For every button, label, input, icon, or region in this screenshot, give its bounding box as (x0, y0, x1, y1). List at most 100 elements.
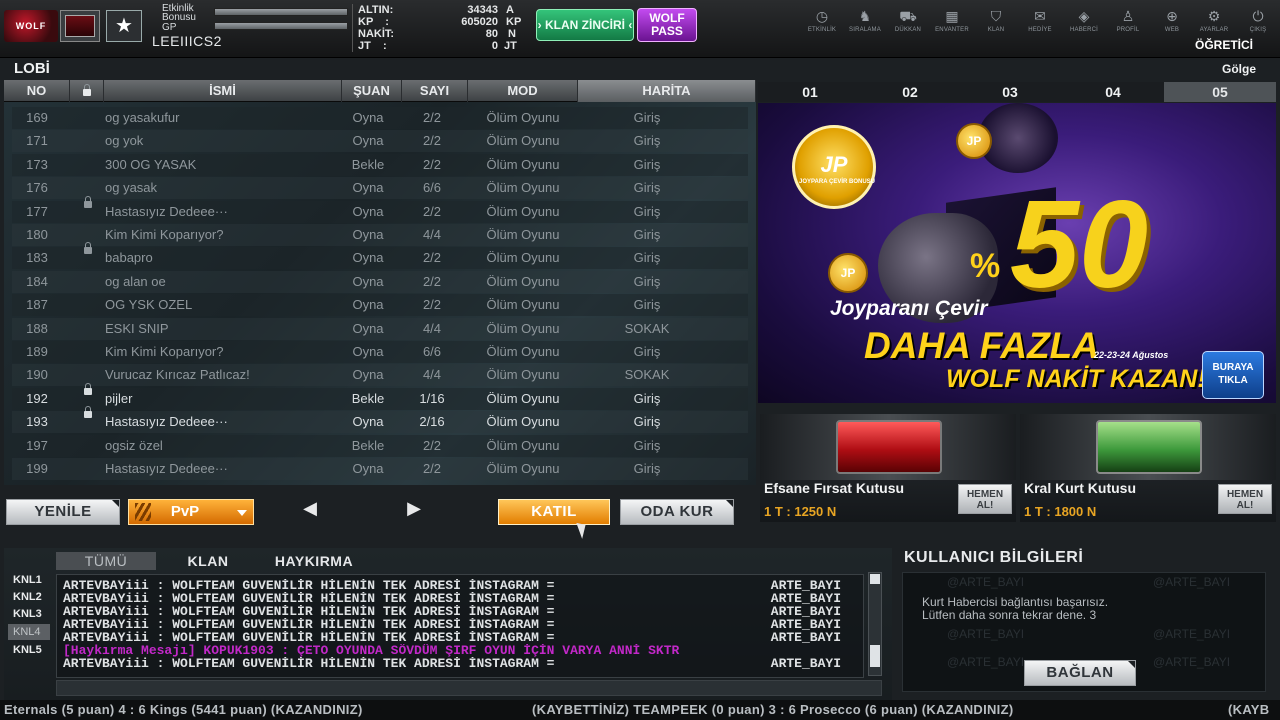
promo-banner[interactable]: JP JOYPARA ÇEVİR BONUSU JP JP % 50 Joypa… (758, 103, 1276, 403)
nav-settings[interactable]: ⚙ AYARLAR (1192, 8, 1236, 42)
buy-now-button[interactable]: HEMEN AL! (1218, 484, 1272, 514)
nav-exit[interactable]: ⏻ ÇIKIŞ (1236, 8, 1280, 42)
room-row[interactable]: 197 ogsiz özel Bekle 2/2 Ölüm Oyunu Giriş (12, 434, 748, 457)
buy-now-button[interactable]: HEMEN AL! (958, 484, 1012, 514)
room-map: Giriş (633, 180, 661, 196)
room-count: 4/4 (422, 320, 442, 336)
col-name[interactable]: İSMİ (104, 80, 342, 102)
room-row[interactable]: 180 Kim Kimi Koparıyor? Oyna 4/4 Ölüm Oyunu G… (12, 224, 748, 246)
room-row[interactable]: 183 babapro Oyna 2/2 Ölüm Oyunu Giriş (12, 242, 748, 270)
room-mode: Ölüm Oyunu (486, 110, 560, 125)
room-row[interactable]: 189 Kim Kimi Koparıyor? Oyna 6/6 Ölüm Oyunu G… (12, 341, 748, 363)
col-count[interactable]: SAYI (402, 80, 468, 102)
gold-label: ALTIN: (358, 4, 394, 16)
gear-icon: ⚙ (1207, 8, 1221, 24)
room-row[interactable]: 193 Hastasıyız Dedeee··· Oyna 2/16 Ölüm Oyun… (12, 406, 748, 434)
room-name: Hastasıyız Dedeee··· (105, 414, 228, 430)
join-button[interactable]: KATIL (498, 499, 610, 525)
tutor-button[interactable]: ÖĞRETİCİ (1178, 38, 1270, 54)
chat-tab-clan[interactable]: KLAN (160, 552, 256, 570)
nav-ranking[interactable]: ♞ SIRALAMA (843, 8, 887, 42)
col-map[interactable]: HARİTA (578, 80, 756, 102)
megaphone-icon: ◈ (1078, 8, 1090, 24)
room-mode: Ölüm Oyunu (486, 320, 560, 336)
currency-panel: ALTIN: 34343 A KP : 605020 KP NAKİT: 80 … (358, 5, 524, 53)
promo-tab-05[interactable]: 05 (1164, 82, 1276, 102)
shop-item-wolf-king-box[interactable]: Kral Kurt Kutusu 1 T : 1800 N HEMEN AL! (1020, 414, 1276, 522)
col-status[interactable]: ŞUAN (342, 80, 402, 102)
chat-message: ARTEVBAYiii : WOLFTEAM GUVENİLİR HİLENİN… (63, 618, 841, 631)
room-name: og yasak (105, 180, 158, 196)
nav-messenger[interactable]: ◈ HABERCİ (1062, 8, 1106, 42)
channel-1[interactable]: KNL1 (8, 572, 50, 588)
room-name: ESKI SNIP (105, 320, 169, 336)
col-no[interactable]: NO (4, 80, 70, 102)
scroll-thumb[interactable] (870, 645, 880, 667)
power-icon: ⏻ (1252, 8, 1264, 24)
room-name: Kim Kimi Koparıyor? (105, 227, 224, 242)
room-row[interactable]: 171 og yok Oyna 2/2 Ölüm Oyunu Giriş (12, 130, 748, 153)
create-room-button[interactable]: ODA KUR (620, 499, 734, 525)
room-status: Oyna (352, 344, 384, 359)
promo-tab-03[interactable]: 03 (958, 82, 1062, 102)
room-no: 184 (26, 273, 48, 289)
room-row[interactable]: 176 og yasak Oyna 6/6 Ölüm Oyunu Giriş (12, 177, 748, 200)
channel-4[interactable]: KNL4 (8, 624, 50, 640)
room-row[interactable]: 188 ESKI SNIP Oyna 4/4 Ölüm Oyunu SOKAK (12, 317, 748, 340)
channel-3[interactable]: KNL3 (8, 606, 50, 622)
ranking-icon: ♞ (858, 8, 872, 24)
nav-web[interactable]: ⊕ WEB (1150, 8, 1194, 42)
messenger-status-line1: Kurt Habercisi bağlantısı başarısız. (922, 595, 1109, 609)
room-status: Oyna (352, 250, 384, 266)
room-name: og yasakufur (105, 110, 180, 125)
room-row[interactable]: 192 pijler Bekle 1/16 Ölüm Oyunu Giriş (12, 382, 748, 410)
user-info-title: KULLANICI BİLGİLERİ (904, 549, 1084, 566)
room-row[interactable]: 173 300 OG YASAK Bekle 2/2 Ölüm Oyunu Giriş (12, 153, 748, 176)
promo-tab-01[interactable]: 01 (758, 82, 862, 102)
room-row[interactable]: 187 OG YSK OZEL Oyna 2/2 Ölüm Oyunu Giriş (12, 294, 748, 317)
chat-scrollbar[interactable] (868, 572, 882, 676)
room-status: Bekle (351, 437, 385, 453)
nav-shop[interactable]: ⛟ DÜKKAN (886, 8, 930, 42)
channel-5[interactable]: KNL5 (8, 642, 50, 658)
promo-tab-04[interactable]: 04 (1062, 82, 1164, 102)
refresh-button[interactable]: YENİLE (6, 499, 120, 525)
room-status: Oyna (352, 110, 384, 125)
room-row[interactable]: 169 og yasakufur Oyna 2/2 Ölüm Oyunu Giriş (12, 107, 748, 129)
shield-icon: ⛉ (990, 8, 1002, 24)
chat-tab-all[interactable]: TÜMÜ (56, 552, 156, 570)
col-mode[interactable]: MOD (468, 80, 578, 102)
room-count: 6/6 (422, 180, 442, 196)
chat-tab-shout[interactable]: HAYKIRMA (262, 552, 366, 570)
next-page-icon[interactable]: ▶ (402, 498, 426, 518)
mode-select[interactable]: PvP (128, 499, 254, 525)
nav-profile[interactable]: ♙ PROFİL (1106, 8, 1150, 42)
promo-tab-02[interactable]: 02 (862, 82, 958, 102)
col-lock[interactable] (70, 80, 104, 102)
shop-item-epic-box[interactable]: Efsane Fırsat Kutusu 1 T : 1250 N HEMEN … (760, 414, 1016, 522)
clan-chain-button[interactable]: › KLAN ZİNCİRİ ‹ (536, 9, 634, 41)
room-row[interactable]: 184 og alan oe Oyna 2/2 Ölüm Oyunu Giriş (12, 270, 748, 293)
room-row[interactable]: 190 Vurucaz Kırıcaz Patlıcaz! Oyna 4/4 Ölüm … (12, 364, 748, 387)
nav-clan[interactable]: ⛉ KLAN (974, 8, 1018, 42)
connect-button[interactable]: BAĞLAN (1024, 660, 1136, 686)
nav-gift[interactable]: ✉ HEDİYE (1018, 8, 1062, 42)
room-mode: Ölüm Oyunu (486, 133, 560, 149)
click-here-button[interactable]: BURAYA TIKLA (1202, 351, 1264, 399)
channel-2[interactable]: KNL2 (8, 589, 50, 605)
chat-input[interactable] (56, 680, 882, 696)
prev-page-icon[interactable]: ◀ (298, 498, 322, 518)
room-count: 2/2 (422, 297, 442, 313)
shadow-toggle[interactable]: Gölge (1222, 62, 1256, 76)
wolf-pass-button[interactable]: WOLF PASS (637, 8, 697, 42)
room-mode: Ölüm Oyunu (486, 414, 560, 430)
nav-inventory[interactable]: ▦ ENVANTER (930, 8, 974, 42)
room-status: Oyna (352, 367, 384, 383)
shop-item-name: Efsane Fırsat Kutusu (764, 480, 905, 496)
nav-event[interactable]: ◷ ETKİNLİK (800, 8, 844, 42)
room-row[interactable]: 199 Hastasıyız Dedeee··· Oyna 2/2 Ölüm Oyunu… (12, 458, 748, 480)
room-row[interactable]: 177 Hastasıyız Dedeee··· Oyna 2/2 Ölüm Oyunu… (12, 195, 748, 223)
scroll-up-icon[interactable] (870, 574, 880, 584)
star-icon[interactable]: ★ (106, 10, 142, 42)
room-mode: Ölüm Oyunu (486, 390, 560, 406)
